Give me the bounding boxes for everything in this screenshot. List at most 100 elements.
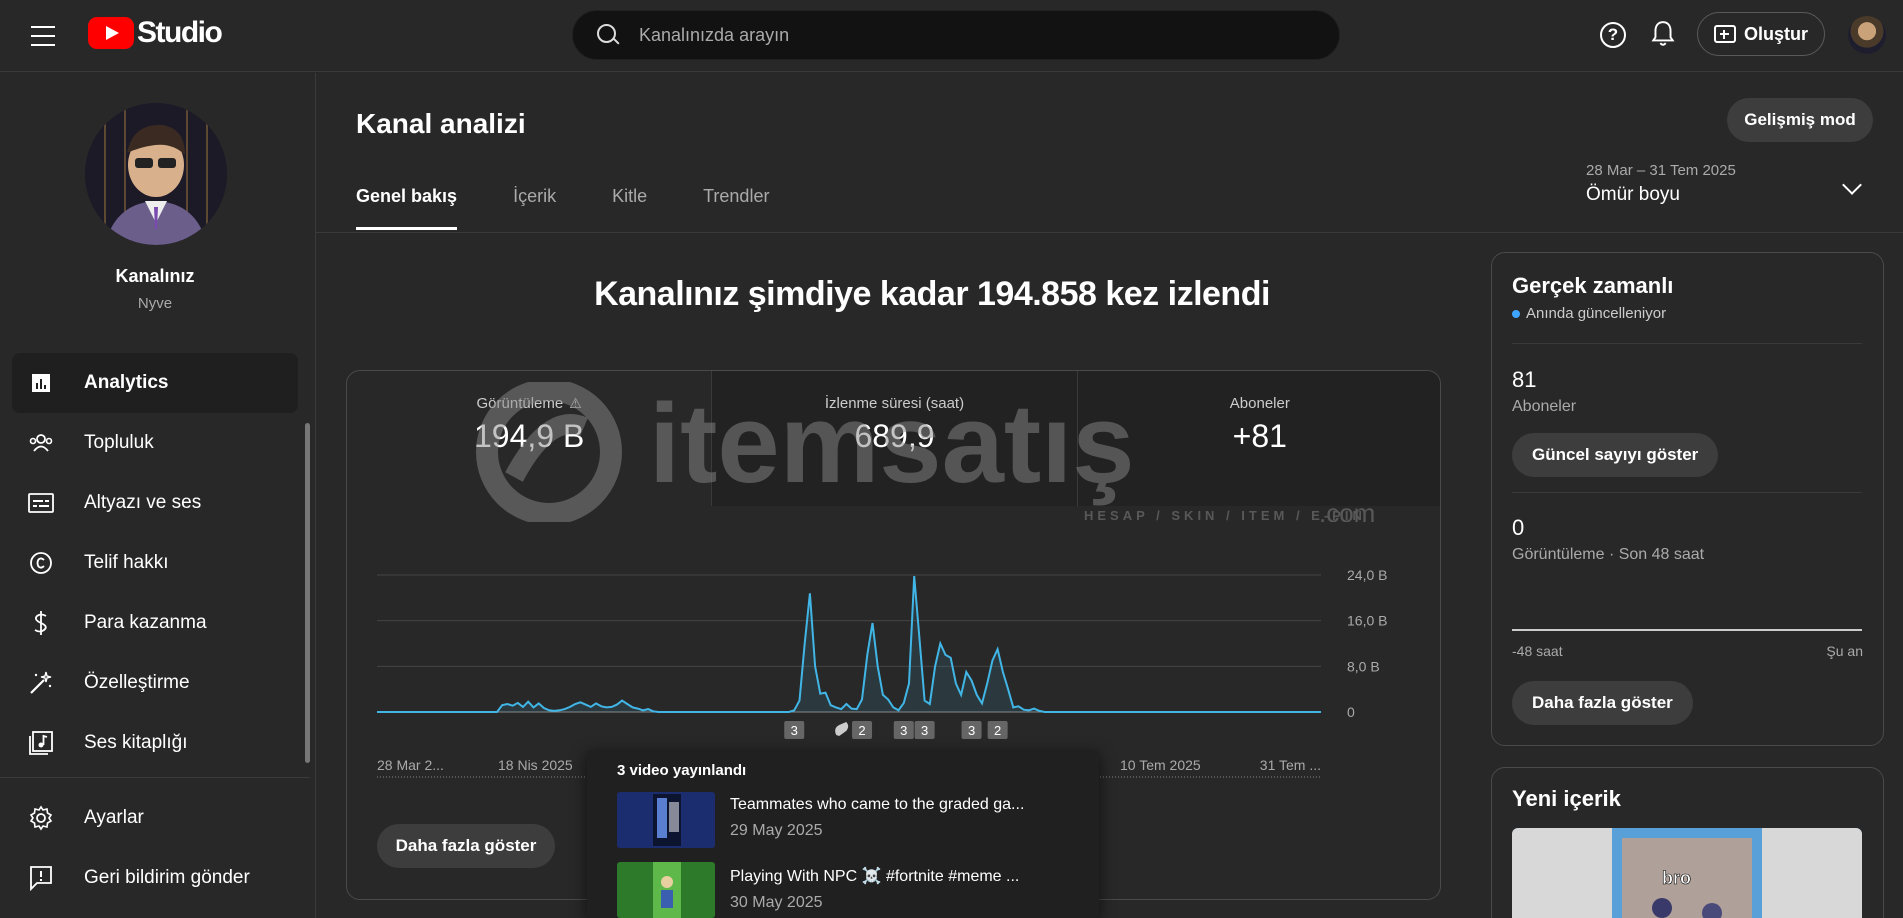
sidebar-scrollbar[interactable] <box>305 423 310 763</box>
sidebar-item-label: Analytics <box>84 372 169 393</box>
new-content-thumbnail[interactable]: bro <box>1512 828 1862 918</box>
feedback-icon <box>28 865 54 891</box>
sidebar-item-community[interactable]: Topluluk <box>0 413 310 473</box>
realtime-views-label: Görüntüleme · Son 48 saat <box>1512 546 1705 563</box>
tab-content[interactable]: İçerik <box>513 186 556 230</box>
metric-subscribers[interactable]: Aboneler +81 <box>1077 371 1440 506</box>
metric-watch-time[interactable]: İzlenme süresi (saat) 689,9 <box>712 371 1078 506</box>
sidebar-item-label: Altyazı ve ses <box>84 492 202 513</box>
sparkline-axis-start: -48 saat <box>1512 643 1563 659</box>
video-add-icon <box>1713 25 1736 43</box>
realtime-views-value: 0 <box>1512 515 1525 540</box>
sidebar-item-settings[interactable]: Ayarlar <box>0 788 310 848</box>
show-more-button[interactable]: Daha fazla göster <box>1512 681 1693 725</box>
metric-value: 689,9 <box>854 418 935 454</box>
bell-icon[interactable] <box>1650 20 1676 48</box>
show-current-count-button[interactable]: Güncel sayıyı göster <box>1512 433 1719 477</box>
gear-icon <box>28 805 54 831</box>
videos-published-tooltip: 3 video yayınlandı Teammates who came to… <box>587 750 1099 918</box>
views-line-chart[interactable]: 24,0 B16,0 B8,0 B03 2 3 3 3 228 Mar 2... 18 Ni… <box>346 540 1446 780</box>
community-icon <box>28 430 54 456</box>
advanced-mode-button[interactable]: Gelişmiş mod <box>1727 98 1873 142</box>
realtime-subscribers-value: 81 <box>1512 367 1537 392</box>
sidebar-item-label: Topluluk <box>84 432 154 453</box>
y-tick-label: 24,0 B <box>1347 567 1387 583</box>
account-avatar[interactable] <box>1848 16 1886 54</box>
metric-value: +81 <box>1232 418 1287 454</box>
date-range-label[interactable]: Ömür boyu <box>1586 184 1680 206</box>
subtitles-icon <box>28 490 54 516</box>
series-line <box>377 576 1321 713</box>
y-tick-label: 8,0 B <box>1347 658 1380 674</box>
logo-text: Studio <box>137 16 223 49</box>
show-more-button[interactable]: Daha fazla göster <box>377 824 555 868</box>
sidebar-item-label: Telif hakkı <box>84 552 169 573</box>
video-title: Playing With NPC ☠️ #fortnite #meme ... <box>730 868 1020 885</box>
sidebar-item-label: Ayarlar <box>84 807 144 828</box>
realtime-status-label: Anında güncelleniyor <box>1526 305 1667 322</box>
realtime-title: Gerçek zamanlı <box>1512 273 1674 298</box>
realtime-card: Gerçek zamanlı Anında güncelleniyor 81 A… <box>1491 252 1884 746</box>
live-dot-icon <box>1512 309 1520 318</box>
sparkline-axis-end: Şu an <box>1826 643 1863 659</box>
realtime-status: Anında güncelleniyor <box>1512 305 1666 322</box>
tab-trends[interactable]: Trendler <box>703 186 769 230</box>
x-tick-label: 31 Tem ... <box>1260 757 1321 773</box>
new-content-card: Yeni içerik bro <box>1491 767 1884 918</box>
sidebar-nav: Analytics Topluluk Altyazı ve ses Telif … <box>0 353 310 773</box>
warning-icon: ⚠ <box>569 395 582 411</box>
sidebar-item-monetization[interactable]: Para kazanma <box>0 593 310 653</box>
series-area <box>377 576 1321 712</box>
new-content-title: Yeni içerik <box>1512 786 1621 811</box>
sidebar-item-label: Ses kitaplığı <box>84 732 188 753</box>
x-tick-label: 18 Nis 2025 <box>498 757 573 773</box>
create-button[interactable]: Oluştur <box>1697 12 1825 56</box>
realtime-sparkline <box>1512 629 1862 631</box>
tab-audience[interactable]: Kitle <box>612 186 647 230</box>
tab-overview[interactable]: Genel bakış <box>356 186 458 230</box>
video-item[interactable]: Playing With NPC ☠️ #fortnite #meme ... … <box>617 862 1087 918</box>
tabs-divider <box>316 232 1903 233</box>
youtube-icon <box>88 17 134 49</box>
sidebar-item-subtitles[interactable]: Altyazı ve ses <box>0 473 310 533</box>
dollar-icon <box>28 610 54 636</box>
metrics-row: Görüntüleme ⚠ 194,9 B İzlenme süresi (saa… <box>347 371 1440 506</box>
upload-marker-count: 3 <box>791 723 798 738</box>
page-title: Kanal analizi <box>356 108 526 139</box>
divider <box>1512 492 1862 493</box>
date-range-text[interactable]: 28 Mar – 31 Tem 2025 <box>1586 162 1736 179</box>
search-bar[interactable] <box>572 10 1340 60</box>
x-tick-label: 28 Mar 2... <box>377 757 444 773</box>
sidebar-item-audio-library[interactable]: Ses kitaplığı <box>0 713 310 773</box>
sidebar-item-analytics[interactable]: Analytics <box>12 353 298 413</box>
chevron-down-icon[interactable] <box>1842 175 1862 195</box>
sidebar-item-label: Özelleştirme <box>84 672 190 693</box>
help-icon[interactable]: ? <box>1600 22 1626 48</box>
upload-marker-count: 3 <box>900 723 907 738</box>
video-item[interactable]: Teammates who came to the graded ga... 2… <box>617 792 1087 848</box>
search-icon[interactable] <box>595 22 621 48</box>
channel-avatar[interactable] <box>85 103 227 245</box>
metric-views[interactable]: Görüntüleme ⚠ 194,9 B <box>347 371 713 506</box>
sidebar-bottom-nav: Ayarlar Geri bildirim gönder <box>0 777 310 908</box>
sidebar-item-feedback[interactable]: Geri bildirim gönder <box>0 848 310 908</box>
sidebar-item-customization[interactable]: Özelleştirme <box>0 653 310 713</box>
copyright-icon <box>28 550 54 576</box>
realtime-subscribers-label: Aboneler <box>1512 398 1577 415</box>
sidebar-item-label: Geri bildirim gönder <box>84 867 250 888</box>
x-tick-label: 10 Tem 2025 <box>1120 757 1201 773</box>
sidebar-item-copyright[interactable]: Telif hakkı <box>0 533 310 593</box>
metric-label: Aboneler <box>1229 395 1290 412</box>
youtube-studio-logo[interactable]: Studio <box>88 16 223 50</box>
divider <box>1512 343 1862 344</box>
metric-label: İzlenme süresi (saat) <box>824 395 965 412</box>
top-bar: Studio ? Oluştur <box>0 0 1903 72</box>
metric-value: 194,9 B <box>474 418 585 454</box>
video-title: Teammates who came to the graded ga... <box>730 796 1025 813</box>
sidebar-item-label: Para kazanma <box>84 612 207 633</box>
menu-icon[interactable] <box>28 22 58 50</box>
thumbnail-caption: bro <box>1662 868 1691 888</box>
search-input[interactable] <box>639 24 1239 46</box>
views-headline: Kanalınız şimdiye kadar 194.858 kez izle… <box>594 275 1270 313</box>
create-button-label: Oluştur <box>1743 23 1808 44</box>
